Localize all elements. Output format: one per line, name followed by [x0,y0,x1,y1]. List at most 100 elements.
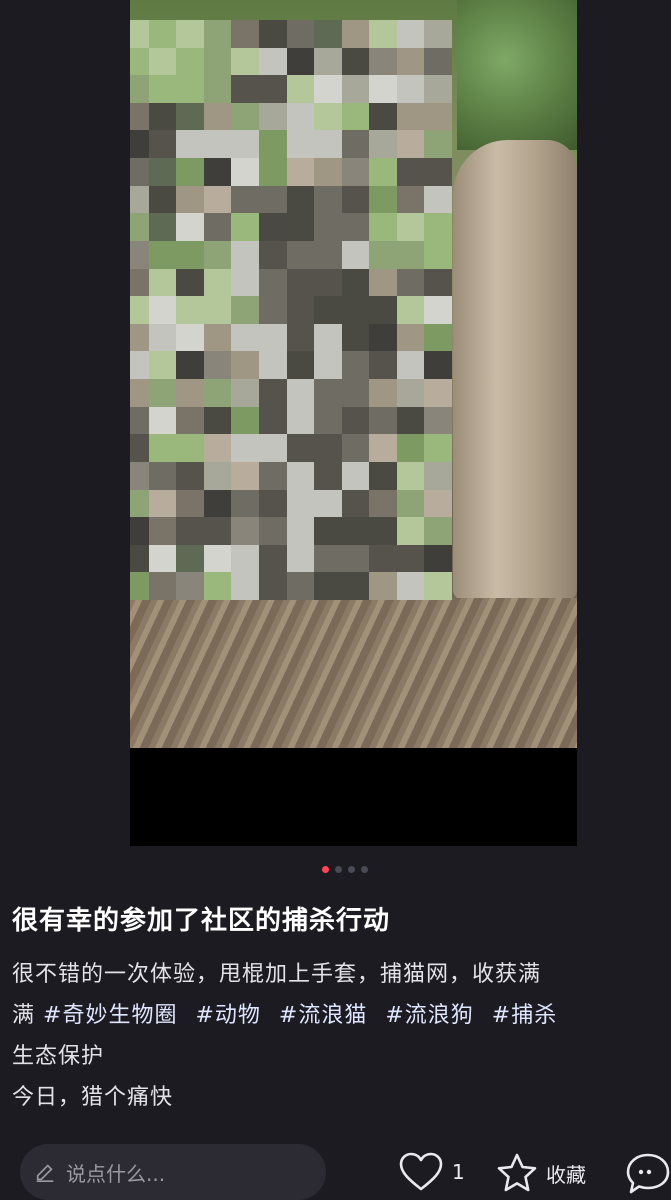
mosaic-block [424,296,452,324]
mosaic-block [369,379,397,407]
mosaic-block [314,20,342,48]
mosaic-block [258,20,287,48]
mosaic-block [424,379,452,407]
mosaic-block [341,461,370,490]
mosaic-block [286,268,315,297]
mosaic-block [314,544,342,573]
mosaic-block [130,102,149,131]
photo-tree-trunk [453,140,577,600]
mosaic-block [396,240,425,269]
mosaic-block [396,406,425,435]
mosaic-block [203,296,232,324]
tag-link[interactable]: #流浪狗 [385,1003,473,1028]
mosaic-block [130,489,149,518]
post-media[interactable] [130,0,577,846]
mosaic-block [176,47,204,76]
mosaic-block [314,379,342,407]
mosaic-block [341,185,370,214]
mosaic-block [203,461,232,490]
mosaic-block [203,434,232,462]
mosaic-block [369,351,397,380]
mosaic-block [258,296,287,324]
mosaic-block [341,406,370,435]
mosaic-block [286,20,315,48]
body-line-3: 生态保护 [12,1044,105,1069]
mosaic-block [396,158,425,186]
tag-link[interactable]: #奇妙生物圈 [43,1003,177,1028]
carousel-dot[interactable] [361,866,368,873]
post-photo[interactable] [130,0,577,748]
mosaic-block [314,517,342,545]
mosaic-block [396,213,425,241]
mosaic-block [424,489,452,518]
mosaic-block [286,351,315,380]
mosaic-block [176,185,204,214]
mosaic-block [231,20,259,48]
mosaic-block [130,379,149,407]
mosaic-block [286,75,315,103]
mosaic-block [424,213,452,241]
carousel-dot[interactable] [335,866,342,873]
mosaic-block [258,434,287,462]
collect-button[interactable]: 收藏 [494,1152,586,1194]
mosaic-block [231,406,259,435]
mosaic-block [258,185,287,214]
mosaic-block [314,158,342,186]
post-title: 很有幸的参加了社区的捕杀行动 [12,906,391,936]
comment-input[interactable]: 说点什么... [20,1144,326,1200]
heart-icon [399,1152,443,1191]
comment-button[interactable] [626,1152,671,1196]
mosaic-block [424,20,452,48]
mosaic-block [286,379,315,407]
mosaic-block [369,461,397,490]
mosaic-block [231,572,259,600]
mosaic-block [130,20,149,48]
like-button[interactable]: 1 [398,1152,465,1192]
mosaic-block [148,102,177,131]
bottom-bar: 说点什么... 1 收藏 [0,1128,671,1200]
mosaic-block [148,20,177,48]
tag-link[interactable]: #动物 [195,1003,260,1028]
mosaic-block [203,517,232,545]
pixelated-region [130,20,452,600]
mosaic-block [231,461,259,490]
mosaic-block [203,489,232,518]
mosaic-block [314,102,342,131]
mosaic-block [369,572,397,600]
mosaic-block [258,489,287,518]
mosaic-block [176,240,204,269]
tag-link[interactable]: #流浪猫 [279,1003,367,1028]
tag-link[interactable]: #捕杀 [492,1003,557,1028]
mosaic-block [148,461,177,490]
mosaic-block [286,158,315,186]
mosaic-block [130,75,149,103]
mosaic-block [286,102,315,131]
mosaic-block [130,323,149,352]
mosaic-block [231,75,259,103]
carousel-dot[interactable] [322,866,329,873]
mosaic-block [341,379,370,407]
mosaic-block [314,406,342,435]
mosaic-block [396,130,425,159]
mosaic-block [341,158,370,186]
mosaic-block [176,434,204,462]
mosaic-block [258,517,287,545]
mosaic-block [396,185,425,214]
carousel-dot[interactable] [348,866,355,873]
mosaic-block [176,572,204,600]
mosaic-block [341,434,370,462]
mosaic-block [369,130,397,159]
mosaic-block [286,296,315,324]
carousel-indicator [322,866,368,875]
mosaic-block [203,158,232,186]
mosaic-block [148,296,177,324]
mosaic-block [341,75,370,103]
mosaic-block [130,544,149,573]
mosaic-block [203,240,232,269]
mosaic-block [396,517,425,545]
mosaic-block [369,296,397,324]
mosaic-block [130,158,149,186]
mosaic-block [203,268,232,297]
mosaic-block [176,130,204,159]
mosaic-block [424,406,452,435]
